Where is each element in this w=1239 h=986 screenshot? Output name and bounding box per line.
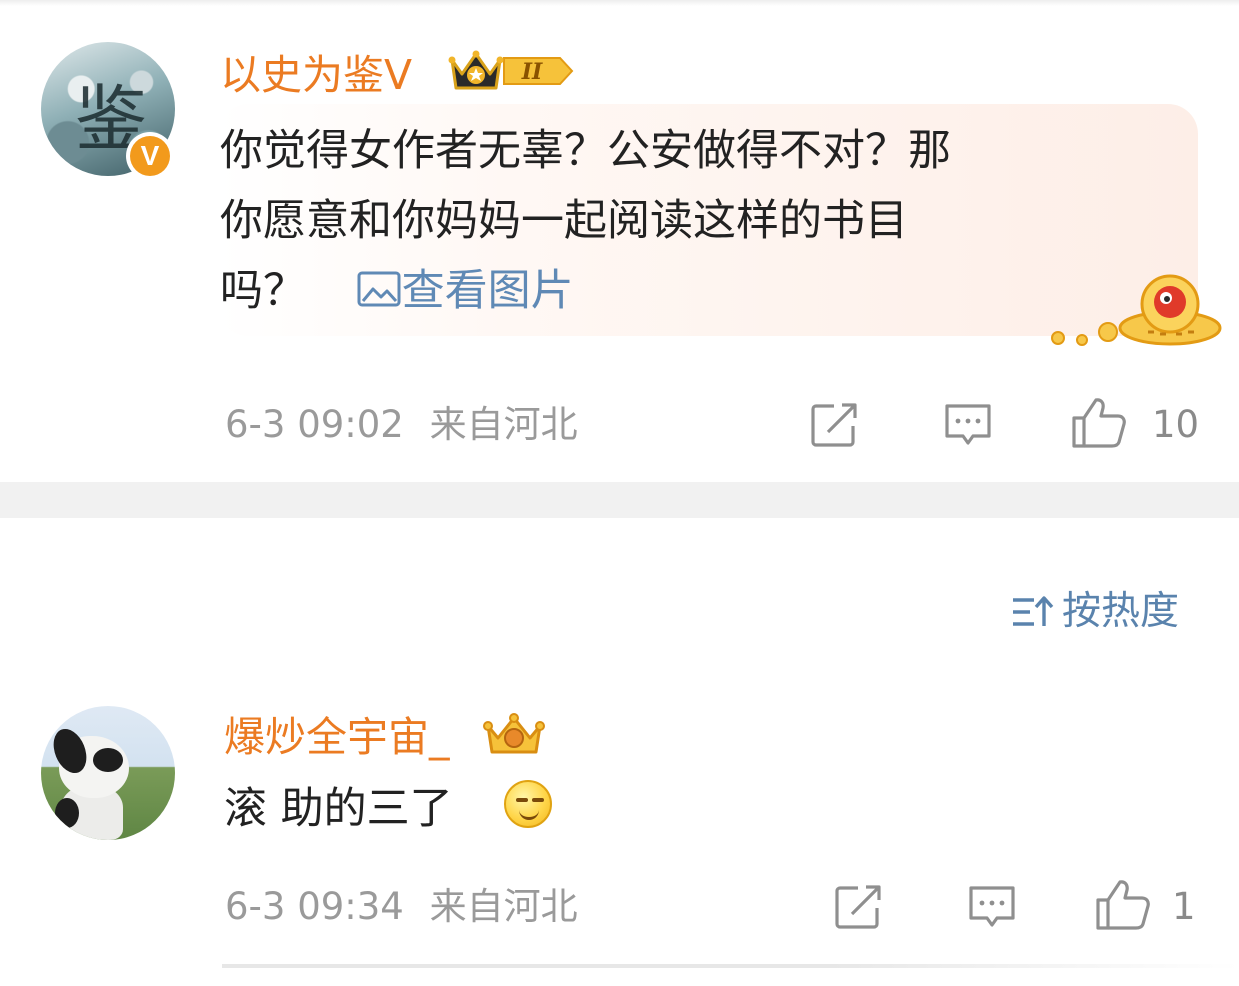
comment-icon[interactable] <box>943 402 993 448</box>
section-divider <box>0 482 1239 518</box>
comment-icon[interactable] <box>967 884 1017 930</box>
like-count: 10 <box>1152 403 1200 446</box>
like-icon[interactable] <box>1094 878 1152 932</box>
verified-badge-label: V <box>130 136 170 176</box>
comment-meta: 6-3 09:02 来自河北 <box>225 403 578 447</box>
sort-icon <box>1013 596 1054 626</box>
location: 来自河北 <box>429 885 578 928</box>
verified-badge: V <box>126 132 174 180</box>
bottom-separator <box>222 964 1239 968</box>
view-image-label: 查看图片 <box>401 266 574 316</box>
top-separator <box>0 0 1239 6</box>
crown-badge-icon[interactable]: II <box>446 48 576 94</box>
crown-badge-icon[interactable] <box>482 712 546 756</box>
username[interactable]: 爆炒全宇宙_ <box>224 712 450 762</box>
image-icon <box>357 271 401 307</box>
avatar[interactable] <box>41 706 175 840</box>
ufo-mascot-icon <box>1051 274 1222 346</box>
like-icon[interactable] <box>1070 396 1128 450</box>
avatar-plush-spot <box>55 798 79 828</box>
content-line: 你愿意和你妈妈一起阅读这样的书目 <box>220 196 908 246</box>
comment-content: 你觉得女作者无辜？公安做得不对？那 你愿意和你妈妈一起阅读这样的书目 吗？ 查看… <box>220 116 1160 326</box>
repost-icon[interactable] <box>834 884 884 930</box>
view-image-link[interactable]: 查看图片 <box>356 266 574 316</box>
avatar-plush-spot <box>93 748 123 772</box>
smile-emoji-icon <box>504 780 552 828</box>
level-badge-label: II <box>521 59 543 85</box>
timestamp: 6-3 09:34 <box>225 885 404 928</box>
repost-icon[interactable] <box>810 402 860 448</box>
comment-content: 滚 助的三了 <box>224 784 453 834</box>
like-count: 1 <box>1172 885 1196 928</box>
comment-meta: 6-3 09:34 来自河北 <box>225 885 578 929</box>
content-line: 吗？ <box>220 266 306 316</box>
content-line-last: 吗？ 查看图片 <box>220 256 1160 326</box>
username[interactable]: 以史为鉴V <box>220 50 412 100</box>
location: 来自河北 <box>429 403 578 446</box>
timestamp: 6-3 09:02 <box>225 403 404 446</box>
content-line: 你觉得女作者无辜？公安做得不对？那 <box>220 126 951 176</box>
sort-label: 按热度 <box>1062 589 1180 634</box>
